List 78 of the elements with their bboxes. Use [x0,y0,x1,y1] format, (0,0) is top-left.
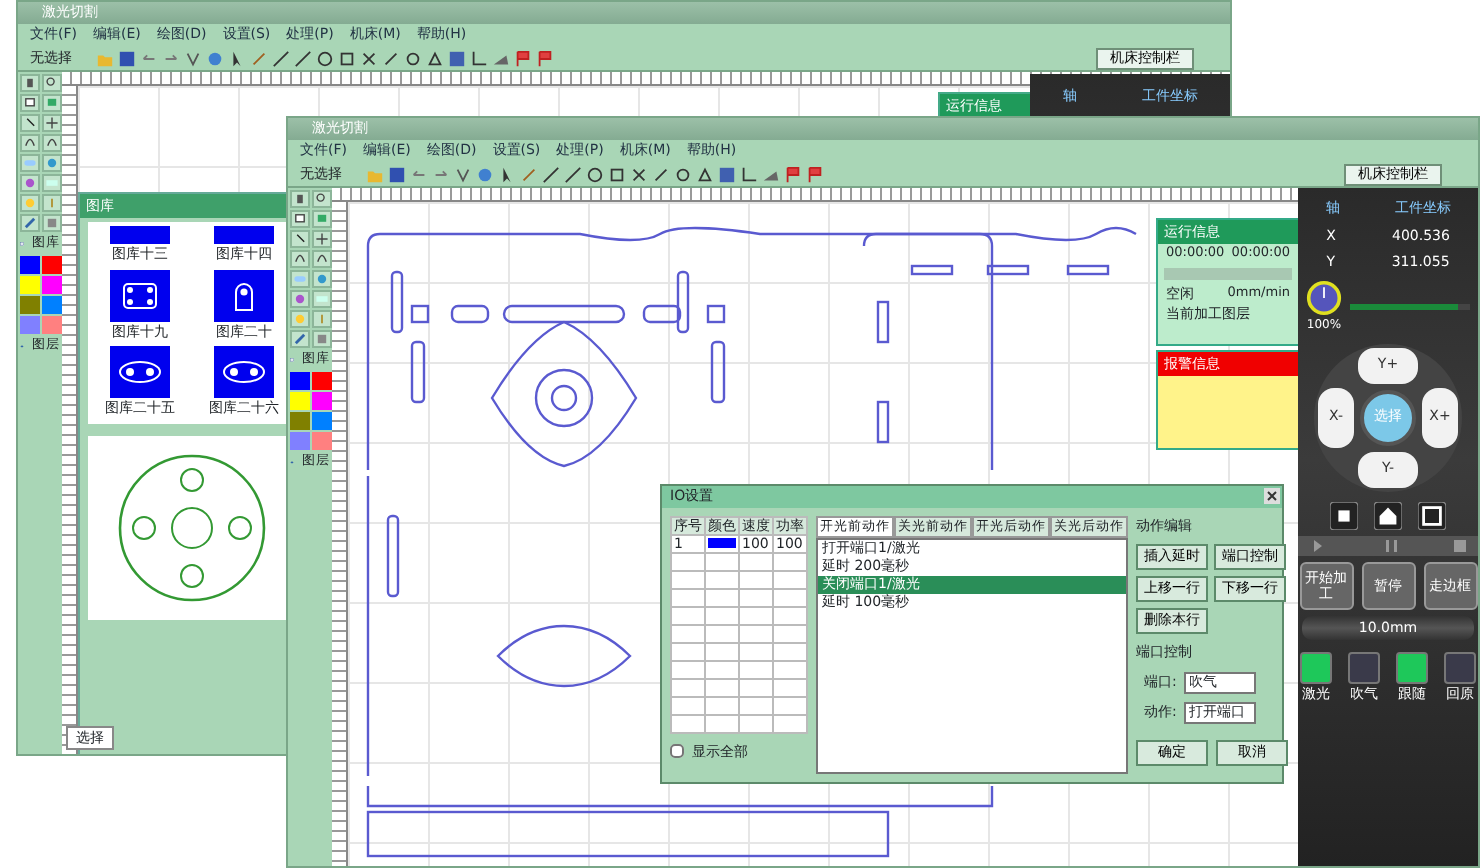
save-icon[interactable] [118,49,136,67]
color-swatch[interactable] [312,391,332,410]
close-icon[interactable] [1264,488,1280,504]
circle-icon[interactable] [404,49,422,67]
function-button[interactable] [1348,652,1380,684]
line-icon[interactable] [652,165,670,183]
corner-icon[interactable] [740,165,758,183]
circle-icon[interactable] [586,165,604,183]
shape-tool-icon[interactable] [42,134,62,152]
line-icon[interactable] [542,165,560,183]
function-button[interactable] [1396,652,1428,684]
color-swatch[interactable] [312,411,332,430]
flag-icon[interactable] [536,49,554,67]
color-swatch[interactable] [20,315,40,334]
shape-tool-icon[interactable] [290,210,310,228]
triangle-icon[interactable] [426,49,444,67]
shape-tool-icon[interactable] [20,74,40,92]
shape-tool-icon[interactable] [290,190,310,208]
show-all-checkbox[interactable] [670,744,684,759]
shape-tool-icon[interactable] [290,230,310,248]
flag-icon[interactable] [806,165,824,183]
shape-thumbnail[interactable] [110,269,170,321]
color-swatch[interactable] [290,371,310,390]
flag-icon[interactable] [784,165,802,183]
shape-tool-icon[interactable] [20,214,40,232]
cross-icon[interactable] [360,49,378,67]
progress-track [1164,267,1292,280]
shape-tool-icon[interactable] [290,330,310,348]
color-swatch[interactable] [290,391,310,410]
node-icon[interactable] [184,49,202,67]
square-icon[interactable] [608,165,626,183]
color-swatch[interactable] [42,275,62,294]
color-swatch[interactable] [20,295,40,314]
color-swatch[interactable] [42,295,62,314]
color-swatch[interactable] [20,255,40,274]
color-swatch[interactable] [20,275,40,294]
triangle-icon[interactable] [696,165,714,183]
shape-tool-icon[interactable] [290,250,310,268]
shape-thumbnail[interactable] [214,346,274,398]
flag-icon[interactable] [514,49,532,67]
speed-slider-fill[interactable] [1350,303,1458,309]
save-icon[interactable] [388,165,406,183]
line-icon[interactable] [382,49,400,67]
shape-thumbnail[interactable] [110,226,170,244]
color-swatch[interactable] [42,315,62,334]
cross-icon[interactable] [630,165,648,183]
node-icon[interactable] [454,165,472,183]
shape-tool-icon[interactable] [42,114,62,132]
line-icon[interactable] [564,165,582,183]
pointer-icon[interactable] [498,165,516,183]
shape-tool-icon[interactable] [20,134,40,152]
circle-icon[interactable] [674,165,692,183]
shape-tool-icon[interactable] [20,114,40,132]
corner-icon[interactable] [470,49,488,67]
pointer-icon[interactable] [228,49,246,67]
speed-knob[interactable] [1306,279,1342,315]
color-swatch[interactable] [290,411,310,430]
shape-tool-icon[interactable] [42,74,62,92]
color-swatch[interactable] [312,431,332,450]
square-button-icon[interactable] [1330,501,1358,529]
square-icon[interactable] [338,49,356,67]
shape-tool-icon[interactable] [312,190,332,208]
color-swatch[interactable] [312,371,332,390]
square-button-icon[interactable] [1418,501,1446,529]
square-button-icon[interactable] [1374,501,1402,529]
line-icon[interactable] [294,49,312,67]
shape-tool-icon[interactable] [312,230,332,248]
shape-thumbnail[interactable] [214,269,274,321]
color-swatch[interactable] [42,255,62,274]
shape-tool-icon[interactable] [20,94,40,112]
shape-thumbnail[interactable] [110,346,170,398]
shape-tool-icon[interactable] [312,250,332,268]
circle-icon[interactable] [316,49,334,67]
line-icon[interactable] [272,49,290,67]
function-button[interactable] [1444,652,1476,684]
shape-thumbnail[interactable] [214,226,274,244]
function-button[interactable] [1300,652,1332,684]
color-swatch[interactable] [290,431,310,450]
